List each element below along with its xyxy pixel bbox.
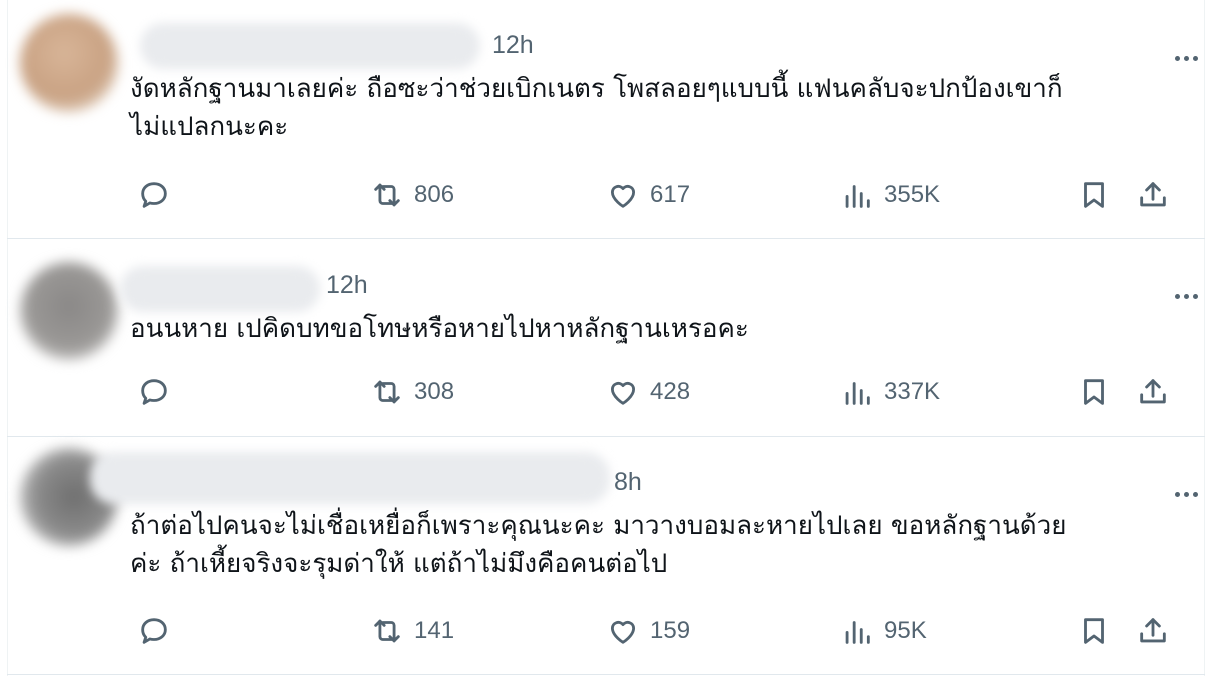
- author-name-blurred[interactable]: [90, 452, 610, 504]
- bookmark-icon: [1084, 618, 1104, 644]
- repost-button[interactable]: 141: [370, 614, 454, 648]
- more-icon: [1175, 56, 1180, 61]
- post-divider: [7, 436, 1205, 437]
- post-timestamp[interactable]: 12h: [326, 270, 368, 300]
- heart-icon: [610, 381, 636, 405]
- post-text-line: ถ้าต่อไปคนจะไม่เชื่อเหยื่อก็เพราะคุณนะคะ…: [130, 511, 1067, 541]
- like-count: 428: [650, 378, 691, 405]
- view-count: 95K: [884, 617, 927, 644]
- share-icon: [1140, 618, 1166, 643]
- like-button[interactable]: 428: [606, 375, 690, 409]
- post-text: อนนหาย เปคิดบทขอโทษหรือหายไปหาหลักฐานเหร…: [130, 310, 1170, 348]
- post-divider: [7, 674, 1205, 675]
- views-icon: [845, 621, 870, 644]
- bookmark-icon: [1084, 379, 1104, 405]
- share-button[interactable]: [1136, 178, 1170, 212]
- repost-icon: [374, 183, 400, 207]
- reply-button[interactable]: [137, 375, 181, 409]
- more-options-button[interactable]: [1171, 282, 1198, 302]
- post-timestamp[interactable]: 8h: [614, 467, 642, 497]
- share-icon: [1140, 182, 1166, 207]
- repost-count: 308: [414, 378, 455, 405]
- bookmark-button[interactable]: [1077, 375, 1111, 409]
- reply-icon: [141, 618, 167, 644]
- like-count: 159: [650, 617, 691, 644]
- views-icon: [845, 382, 870, 405]
- repost-button[interactable]: 308: [370, 375, 454, 409]
- more-options-button[interactable]: [1171, 480, 1198, 500]
- heart-icon: [610, 184, 636, 208]
- reply-icon: [141, 379, 167, 405]
- repost-icon: [374, 619, 400, 643]
- bookmark-icon: [1084, 182, 1104, 208]
- avatar[interactable]: [20, 14, 118, 112]
- post-text-line: งัดหลักฐานมาเลยค่ะ ถือซะว่าช่วยเบิกเนตร …: [130, 74, 1063, 104]
- post-timestamp[interactable]: 12h: [492, 30, 534, 60]
- view-count: 337K: [884, 378, 941, 405]
- views-button[interactable]: 337K: [840, 375, 940, 409]
- reply-button[interactable]: [137, 614, 181, 648]
- reply-button[interactable]: [137, 178, 181, 212]
- author-name-blurred[interactable]: [120, 266, 320, 312]
- post-text: ถ้าต่อไปคนจะไม่เชื่อเหยื่อก็เพราะคุณนะคะ…: [130, 507, 1170, 583]
- like-button[interactable]: 617: [606, 178, 690, 212]
- views-icon: [845, 185, 870, 208]
- repost-count: 141: [414, 617, 455, 644]
- author-name-blurred[interactable]: [140, 23, 480, 69]
- share-icon: [1140, 379, 1166, 404]
- like-button[interactable]: 159: [606, 614, 690, 648]
- share-button[interactable]: [1136, 614, 1170, 648]
- reply-icon: [141, 182, 167, 208]
- repost-count: 806: [414, 181, 455, 208]
- more-icon: [1175, 294, 1180, 299]
- view-count: 355K: [884, 181, 941, 208]
- post-text-line: อนนหาย เปคิดบทขอโทษหรือหายไปหาหลักฐานเหร…: [130, 314, 749, 344]
- like-count: 617: [650, 181, 691, 208]
- bookmark-button[interactable]: [1077, 614, 1111, 648]
- post-text-line: ไม่แปลกนะคะ: [130, 112, 289, 142]
- more-icon: [1175, 492, 1180, 497]
- post-divider: [7, 238, 1205, 239]
- views-button[interactable]: 355K: [840, 178, 940, 212]
- repost-button[interactable]: 806: [370, 178, 454, 212]
- post-text: งัดหลักฐานมาเลยค่ะ ถือซะว่าช่วยเบิกเนตร …: [130, 70, 1170, 146]
- post-text-line: ค่ะ ถ้าเหี้ยจริงจะรุมด่าให้ แต่ถ้าไม่มึง…: [130, 549, 668, 579]
- share-button[interactable]: [1136, 375, 1170, 409]
- avatar[interactable]: [20, 262, 118, 360]
- repost-icon: [374, 380, 400, 404]
- views-button[interactable]: 95K: [840, 614, 927, 648]
- bookmark-button[interactable]: [1077, 178, 1111, 212]
- more-options-button[interactable]: [1171, 44, 1198, 64]
- heart-icon: [610, 620, 636, 644]
